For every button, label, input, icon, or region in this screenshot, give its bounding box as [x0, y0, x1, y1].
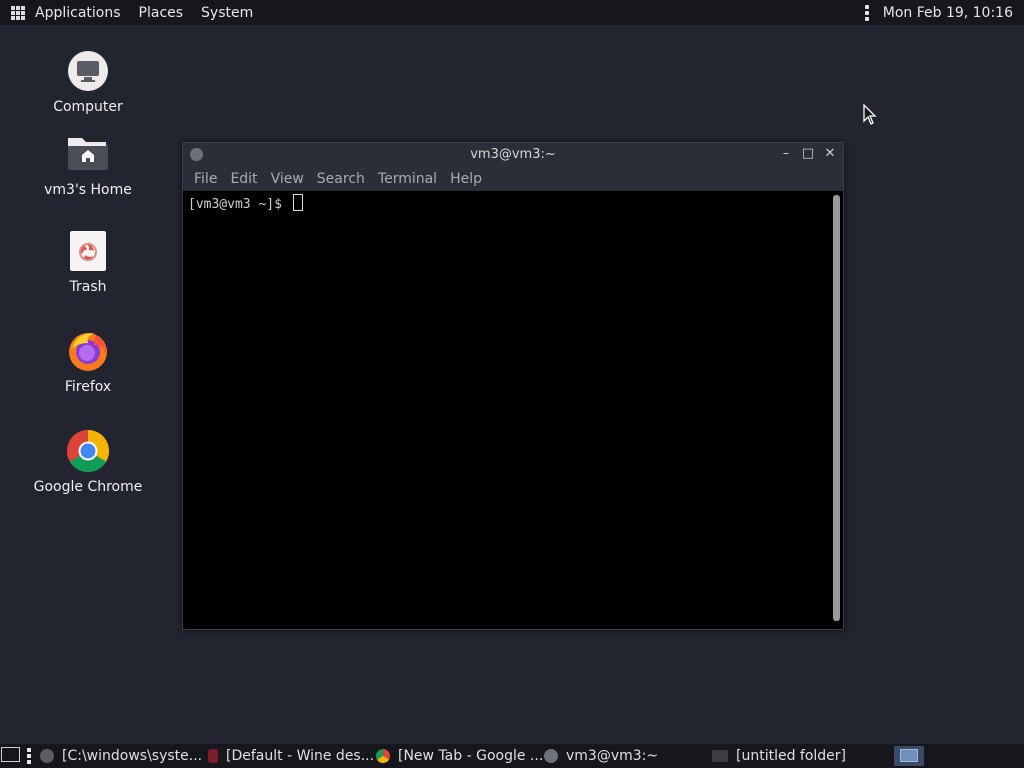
task-label: [New Tab - Google ...: [398, 748, 544, 764]
desktop-icon-label: Trash: [69, 279, 107, 295]
task-chrome[interactable]: [New Tab - Google ...: [376, 744, 543, 768]
terminal-app-icon: [190, 148, 203, 161]
menu-help[interactable]: Help: [450, 171, 482, 187]
task-label: vm3@vm3:~: [566, 748, 659, 764]
applications-menu[interactable]: Applications: [35, 5, 121, 21]
terminal-prompt: [vm3@vm3 ~]$: [188, 197, 290, 212]
desktop-icon-label: vm3's Home: [44, 182, 132, 198]
workspace-switcher[interactable]: [894, 746, 924, 766]
system-menu[interactable]: System: [201, 5, 253, 21]
close-button[interactable]: ✕: [823, 147, 837, 161]
menu-search[interactable]: Search: [317, 171, 365, 187]
task-wine-console[interactable]: [C:\windows\syste...: [40, 744, 202, 768]
desktop-icon-firefox[interactable]: Firefox: [28, 329, 148, 395]
desktop-icon-label: Firefox: [64, 379, 112, 395]
task-label: [Default - Wine des...: [226, 748, 375, 764]
panel-menu-icon[interactable]: [864, 4, 869, 21]
folder-icon: [712, 750, 728, 762]
trash-icon: [66, 229, 110, 273]
desktop-icon-home[interactable]: vm3's Home: [28, 132, 148, 198]
chrome-icon: [376, 749, 390, 763]
minimize-button[interactable]: –: [779, 147, 793, 161]
desktop-icon-label: Computer: [53, 99, 123, 115]
places-menu[interactable]: Places: [139, 5, 184, 21]
terminal-window[interactable]: vm3@vm3:~ – □ ✕ File Edit View Search Te…: [182, 142, 844, 630]
desktop-icon-chrome[interactable]: Google Chrome: [28, 429, 148, 495]
top-panel: Applications Places System Mon Feb 19, 1…: [0, 0, 1024, 25]
task-wine-desktop[interactable]: [Default - Wine des...: [208, 744, 374, 768]
menu-view[interactable]: View: [271, 171, 304, 187]
terminal-title: vm3@vm3:~: [470, 147, 556, 162]
clock[interactable]: Mon Feb 19, 10:16: [883, 5, 1013, 21]
terminal-titlebar[interactable]: vm3@vm3:~ – □ ✕: [183, 143, 843, 166]
maximize-button[interactable]: □: [801, 147, 815, 161]
chrome-icon: [66, 429, 110, 473]
terminal-output[interactable]: [vm3@vm3 ~]$: [185, 191, 827, 625]
desktop-icon-trash[interactable]: Trash: [28, 229, 148, 295]
terminal-icon: [544, 749, 558, 763]
menu-edit[interactable]: Edit: [230, 171, 257, 187]
firefox-icon: [66, 329, 110, 373]
desktop-icon-computer[interactable]: Computer: [28, 49, 148, 115]
show-desktop-icon[interactable]: [1, 747, 20, 762]
home-folder-icon: [66, 132, 110, 176]
taskbar: [C:\windows\syste... [Default - Wine des…: [0, 744, 1024, 768]
task-label: [C:\windows\syste...: [62, 748, 203, 764]
terminal-scrollbar[interactable]: [833, 195, 840, 621]
wine-console-icon: [40, 749, 54, 763]
apps-grid-icon[interactable]: [11, 5, 25, 20]
menu-file[interactable]: File: [194, 171, 217, 187]
mouse-pointer-icon: [863, 103, 877, 130]
taskbar-menu-icon[interactable]: [27, 748, 31, 764]
desktop-icon-label: Google Chrome: [33, 479, 143, 495]
wine-icon: [208, 749, 218, 763]
computer-icon: [66, 49, 110, 93]
task-terminal[interactable]: vm3@vm3:~: [544, 744, 658, 768]
terminal-menubar: File Edit View Search Terminal Help: [183, 166, 843, 191]
task-folder[interactable]: [untitled folder]: [712, 744, 846, 768]
menu-terminal[interactable]: Terminal: [378, 171, 437, 187]
task-label: [untitled folder]: [736, 748, 847, 764]
text-cursor: [292, 194, 303, 211]
